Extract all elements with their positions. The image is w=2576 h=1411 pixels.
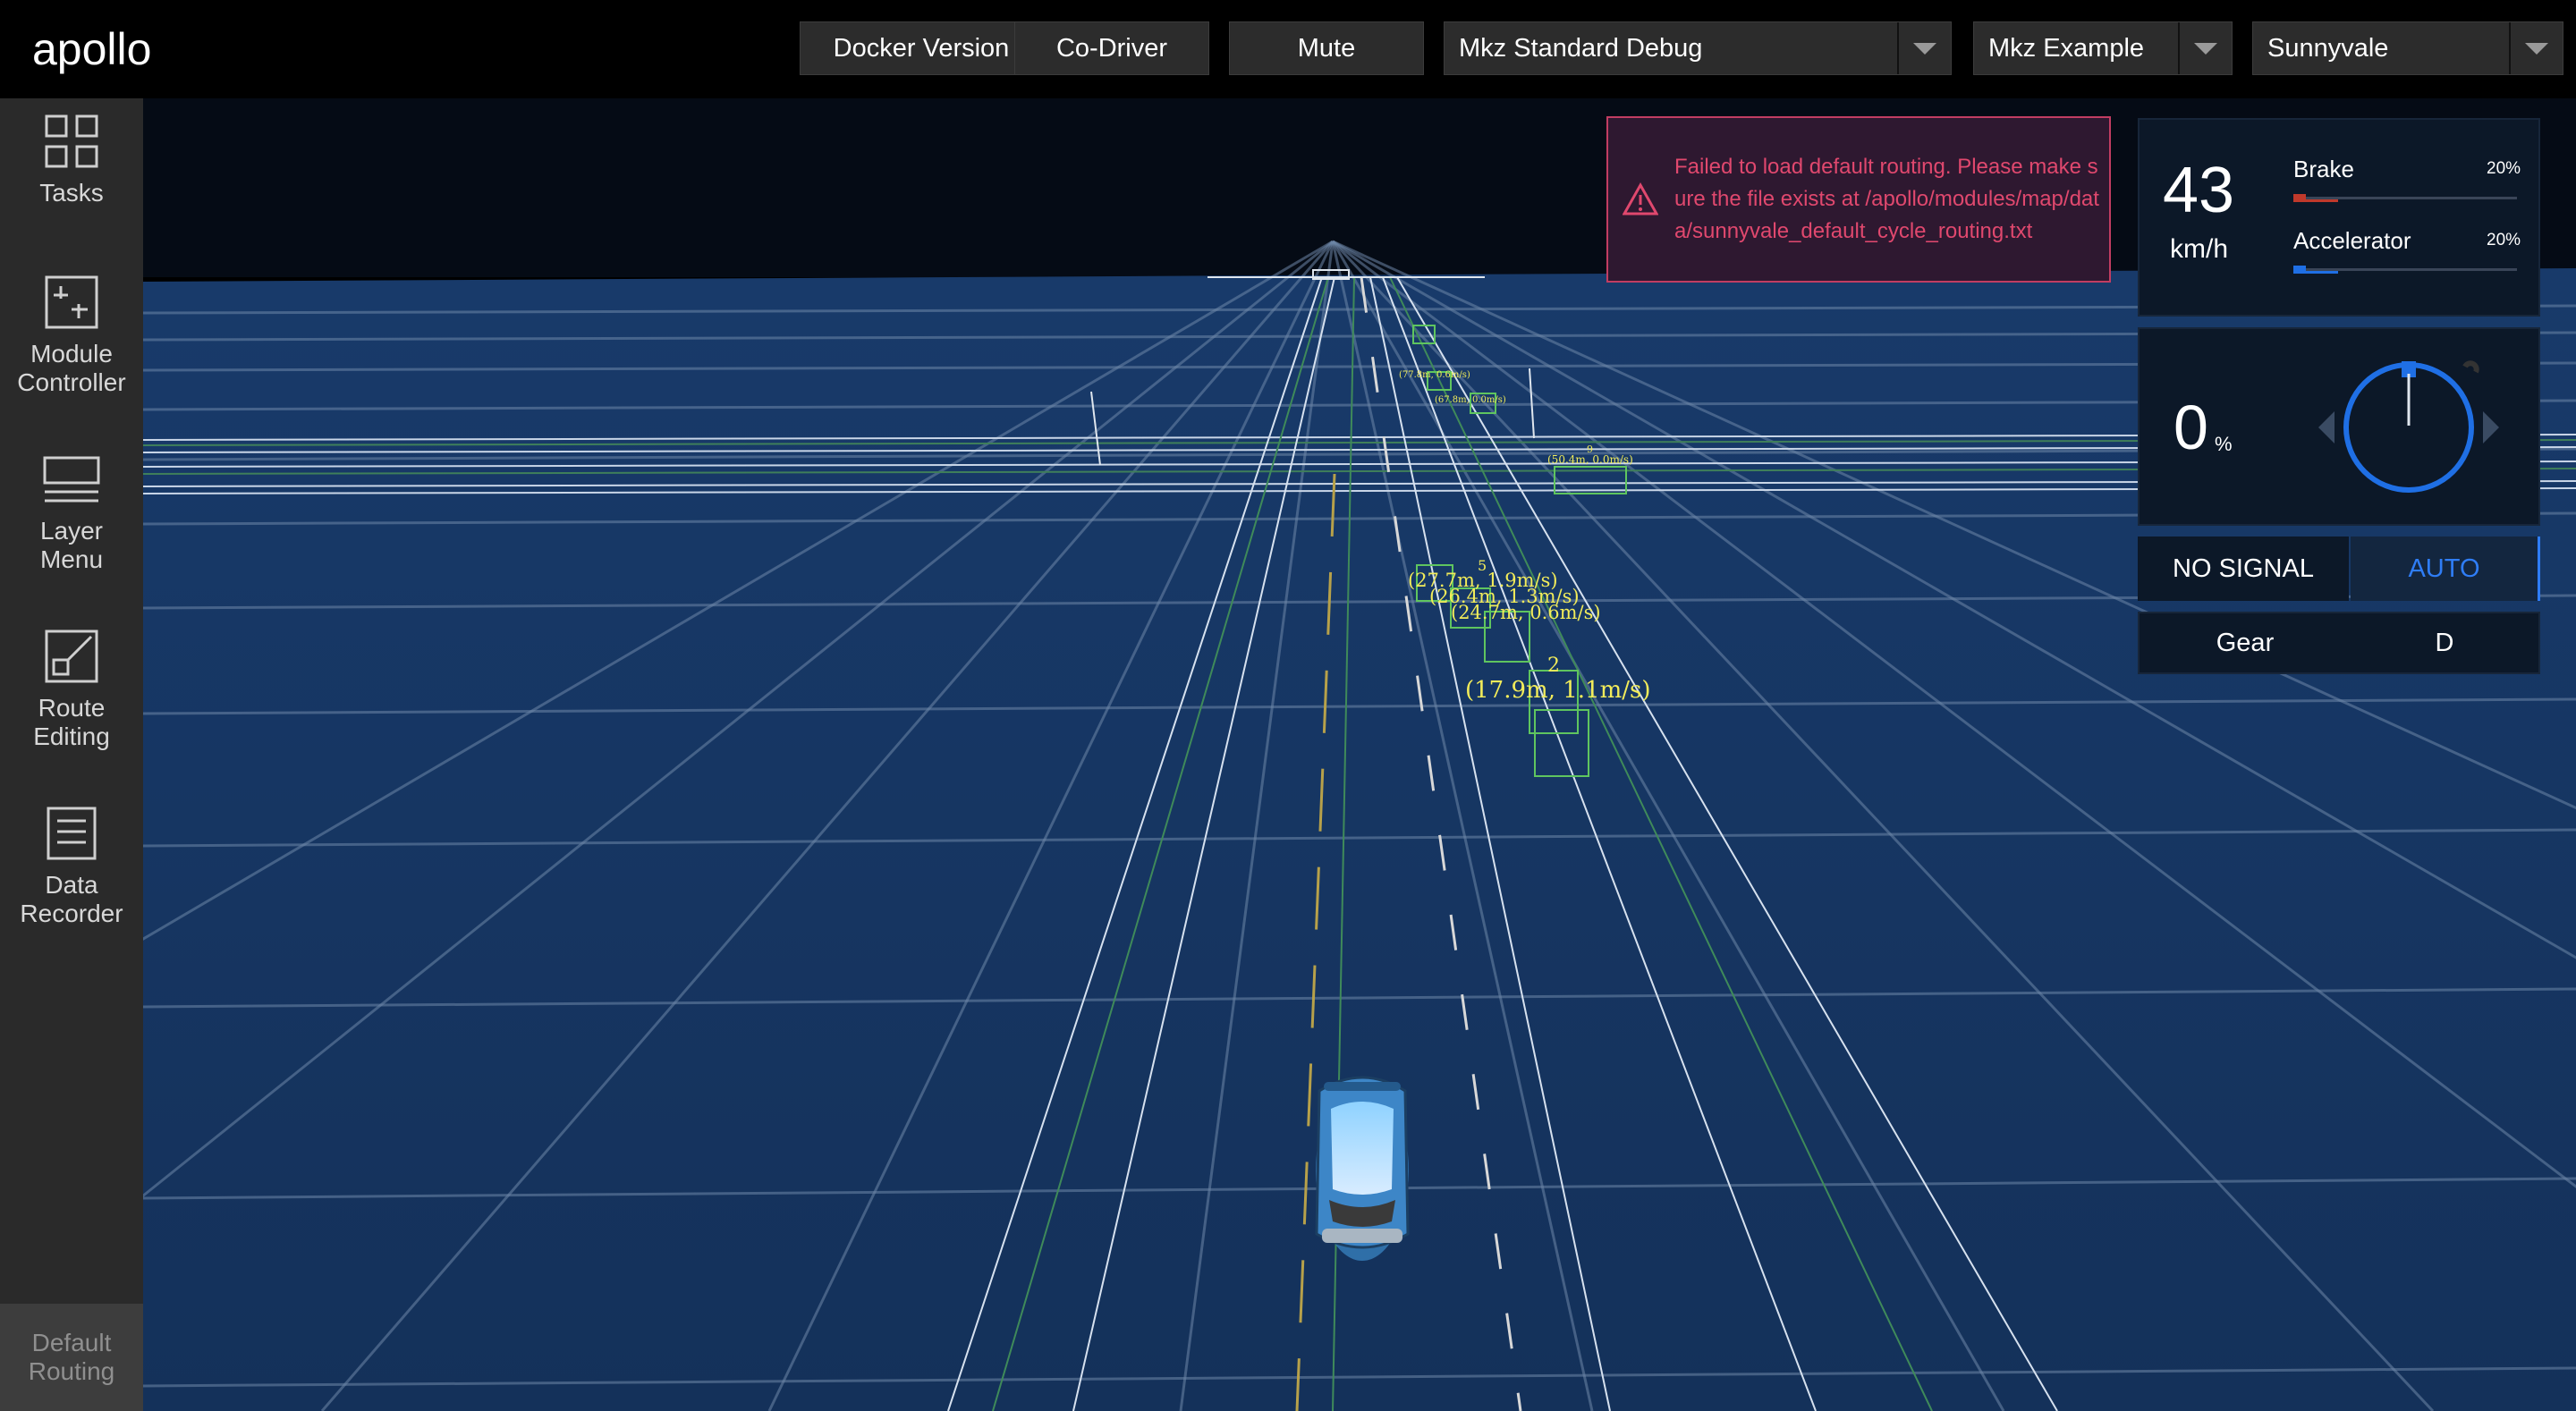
mode-select[interactable]: Mkz Standard Debug [1444, 21, 1952, 75]
default-routing-label: Default Routing [28, 1329, 115, 1385]
sidebar-item-layer-menu[interactable]: Layer Menu [0, 436, 143, 606]
vehicle-select-value: Mkz Example [1988, 33, 2145, 63]
turn-right-indicator-icon [2483, 411, 2499, 444]
obstacle-label: (77.8m, 0.6m/s) [1399, 370, 1470, 380]
accelerator-percent: 20% [2487, 231, 2521, 249]
sidebar-item-route-editing[interactable]: Route Editing [0, 613, 143, 783]
speed-value: 43 [2163, 155, 2235, 226]
signal-status: NO SIGNAL [2138, 537, 2349, 601]
mute-label: Mute [1297, 33, 1356, 63]
gear-value: D [2435, 628, 2454, 657]
steering-value: 0 [2174, 393, 2208, 462]
sidebar-item-label: Data Recorder [20, 871, 123, 927]
accelerator-label: Accelerator [2293, 227, 2411, 254]
svg-text:apollo: apollo [32, 24, 151, 74]
steering-panel: 0 % [2138, 327, 2540, 526]
sidebar-item-label: Tasks [39, 179, 104, 207]
chevron-down-icon[interactable] [2178, 22, 2232, 74]
sidebar-item-tasks[interactable]: Tasks [0, 98, 143, 268]
accelerator-meter [2293, 266, 2517, 274]
map-select[interactable]: Sunnyvale [2252, 21, 2563, 75]
layer-menu-icon [43, 456, 100, 503]
apollo-logo: apollo [32, 24, 151, 74]
sidebar-item-data-recorder[interactable]: Data Recorder [0, 790, 143, 960]
mute-button[interactable]: Mute [1229, 21, 1424, 75]
meter-level [2293, 199, 2338, 202]
map-select-value: Sunnyvale [2267, 33, 2389, 63]
route-editing-icon [45, 629, 98, 683]
vehicle-select[interactable]: Mkz Example [1973, 21, 2233, 75]
default-routing-button[interactable]: Default Routing [0, 1304, 143, 1411]
obstacle-label: (50.4m, 0.0m/s) [1547, 453, 1633, 466]
warning-icon [1623, 182, 1658, 215]
brake-percent: 20% [2487, 159, 2521, 178]
sidebar-item-label: Route Editing [33, 694, 110, 750]
module-controller-icon [45, 275, 98, 329]
gear-panel: Gear D [2138, 612, 2540, 674]
data-recorder-icon [47, 807, 97, 860]
docker-version-button[interactable]: Docker Version [800, 21, 1043, 75]
meter-level [2293, 271, 2338, 274]
brake-label: Brake [2293, 156, 2354, 182]
ego-vehicle [1315, 1076, 1410, 1261]
routing-error-alert: Failed to load default routing. Please m… [1606, 116, 2111, 283]
driving-mode-status: AUTO [2351, 537, 2540, 601]
top-bar: apollo Docker Version Co-Driver Mute Mkz… [0, 0, 2576, 98]
brake-meter [2293, 194, 2517, 202]
gear-label: Gear [2216, 628, 2275, 657]
obstacle-id: 2 [1547, 655, 1560, 677]
co-driver-label: Co-Driver [1055, 33, 1168, 63]
signal-row: NO SIGNAL AUTO [2138, 537, 2540, 601]
turn-left-indicator-icon [2318, 411, 2334, 444]
steering-unit: % [2215, 433, 2233, 455]
steering-wheel-icon [2318, 360, 2499, 493]
docker-version-label: Docker Version [833, 33, 1010, 63]
speed-unit: km/h [2170, 234, 2229, 264]
obstacle-label: (24.7m, 0.6m/s) [1451, 602, 1601, 623]
chevron-down-icon[interactable] [2509, 22, 2563, 74]
speed-panel: 43 km/h Brake 20% Accelerator 20% [2138, 118, 2540, 317]
sidebar-item-label: Layer Menu [39, 517, 104, 573]
mode-select-value: Mkz Standard Debug [1459, 33, 1703, 63]
sidebar-item-label: Module Controller [17, 340, 126, 396]
sidebar-item-module-controller[interactable]: Module Controller [0, 259, 143, 429]
sidebar: Tasks Module Controller Layer Menu Route… [0, 98, 143, 1411]
alert-message: Failed to load default routing. Please m… [1674, 155, 2099, 243]
chevron-down-icon[interactable] [1897, 22, 1951, 74]
tasks-icon [45, 114, 98, 168]
obstacle-label: (67.8m, 0.0m/s) [1435, 395, 1506, 405]
co-driver-button[interactable]: Co-Driver [1014, 21, 1209, 75]
obstacle-label: (17.9m, 1.1m/s) [1465, 677, 1650, 704]
